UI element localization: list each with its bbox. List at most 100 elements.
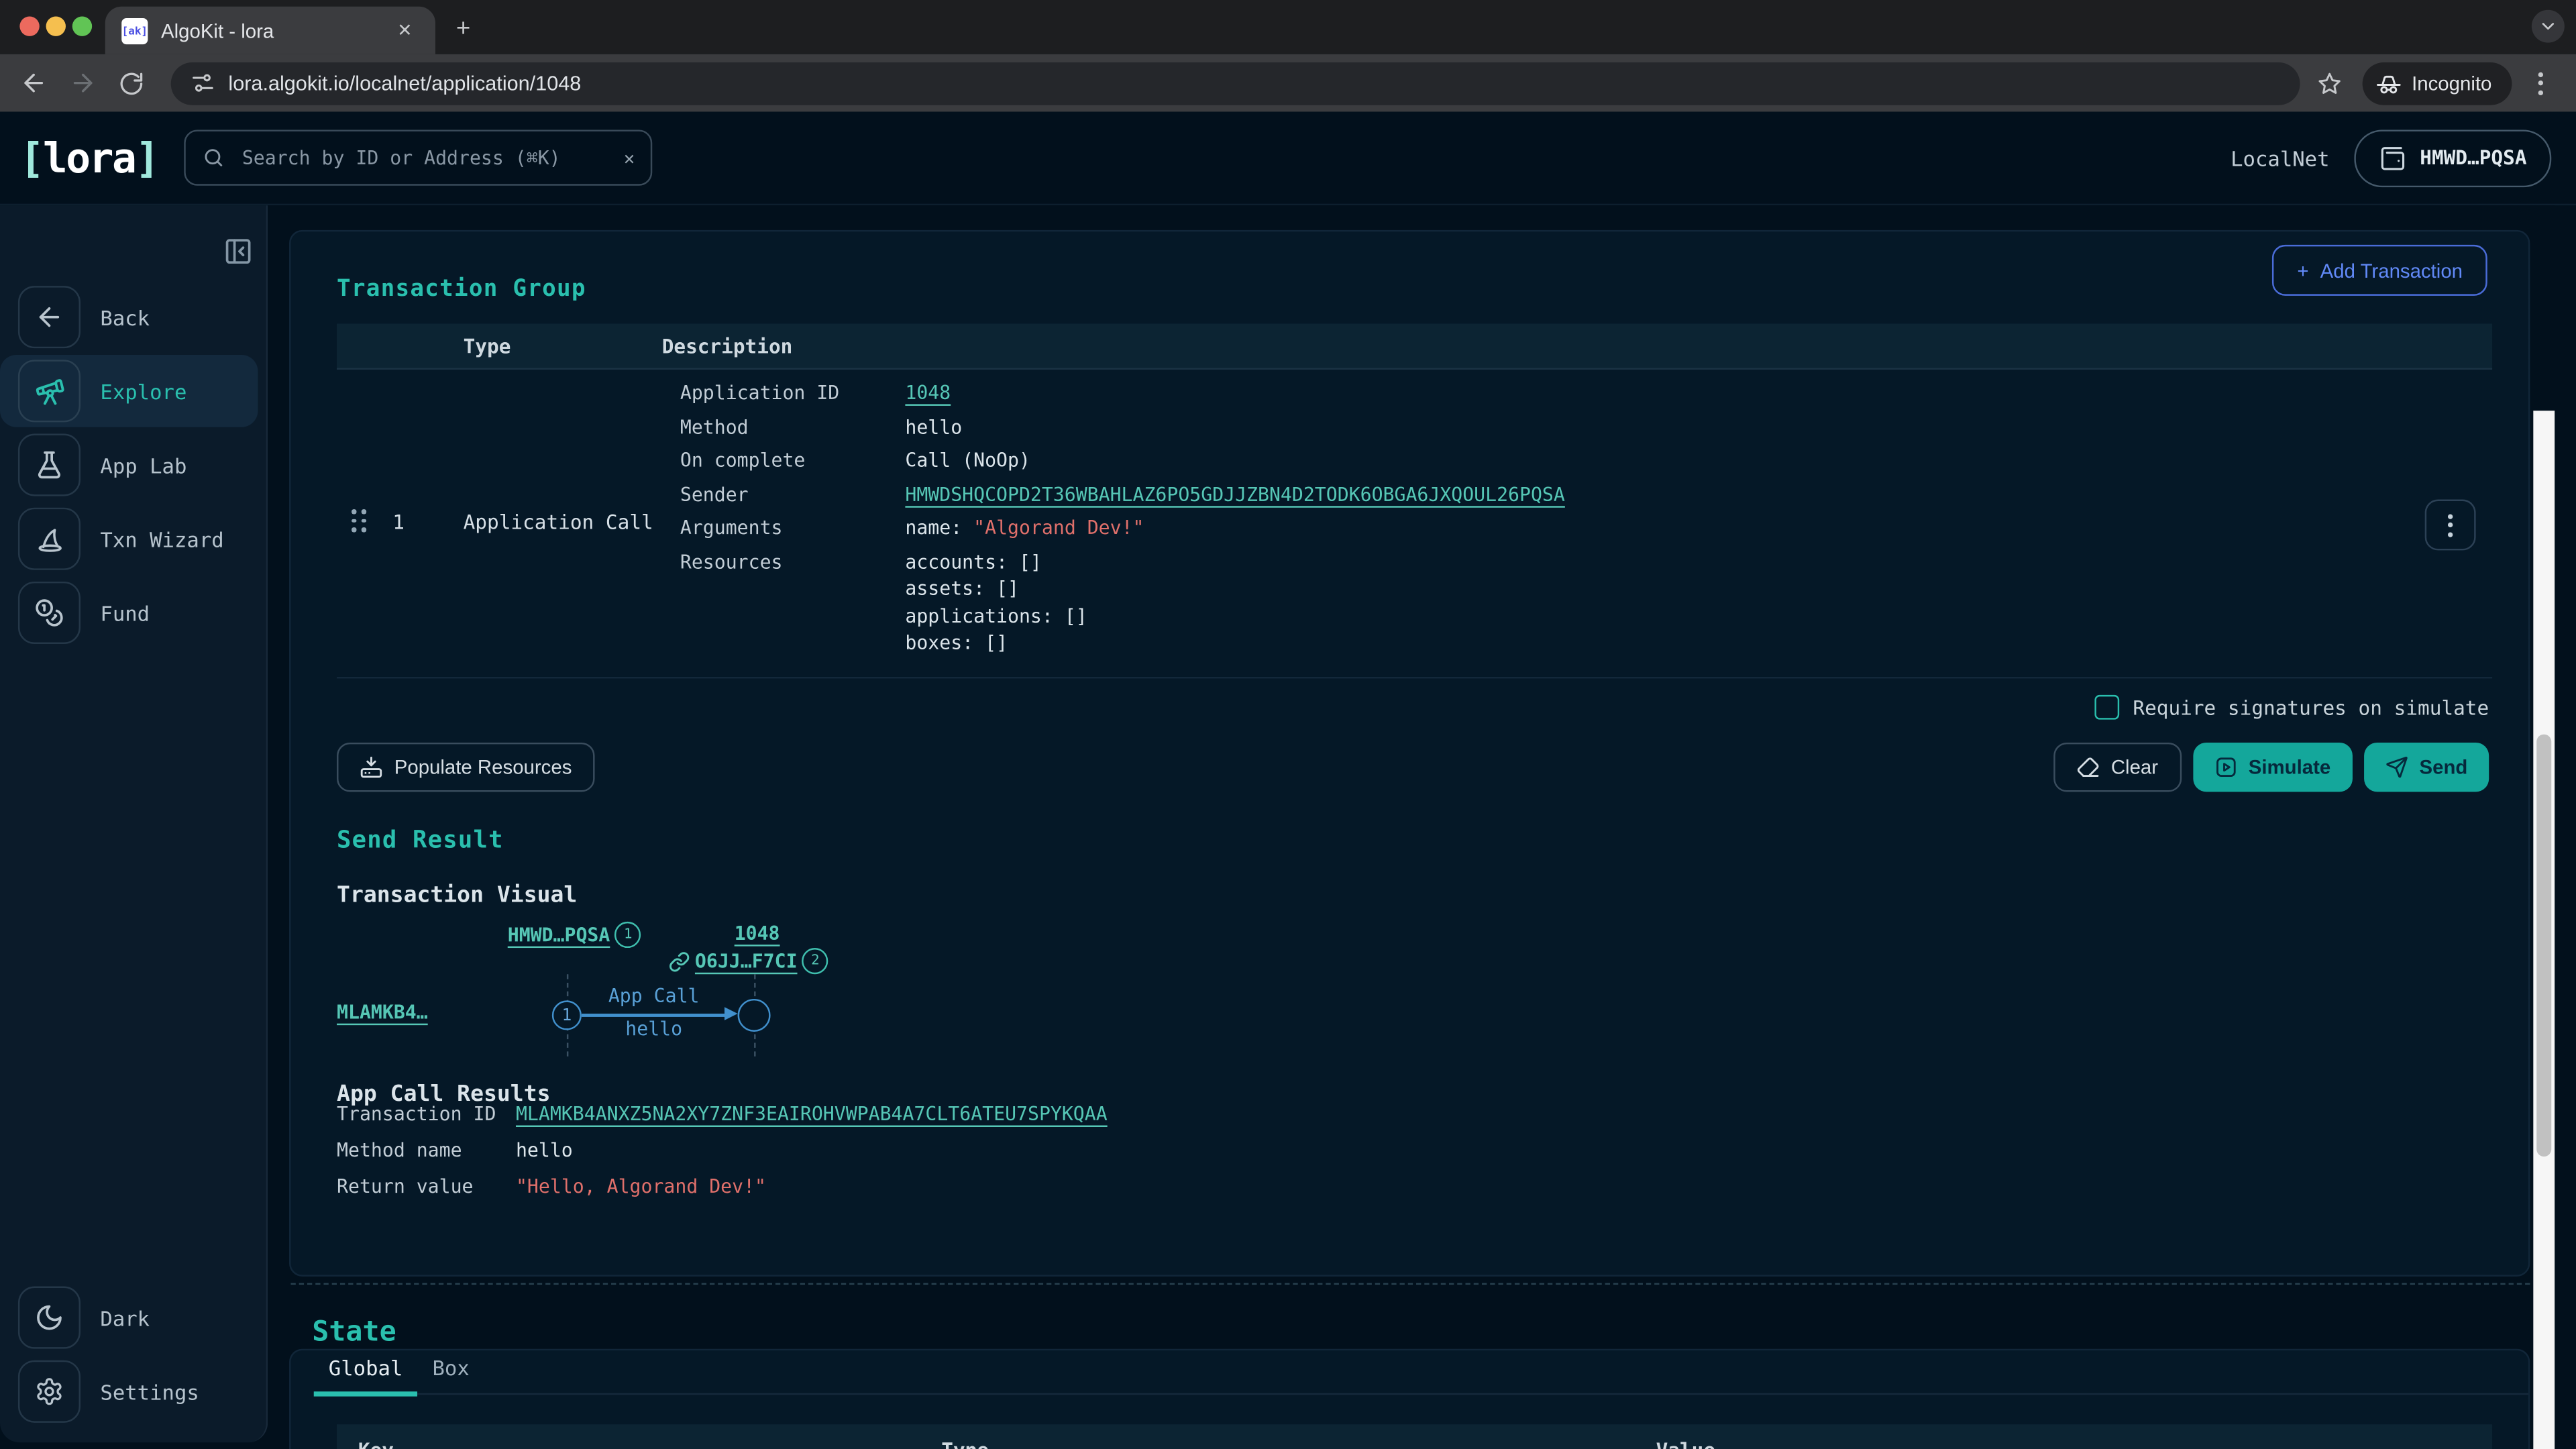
graph-edge-line xyxy=(582,1014,727,1016)
incognito-icon xyxy=(2375,70,2402,96)
forward-icon[interactable] xyxy=(62,63,102,103)
account-badge: 1 xyxy=(615,922,641,948)
transaction-index: 1 xyxy=(392,511,405,534)
kebab-icon xyxy=(2448,513,2453,536)
column-key: Key xyxy=(358,1439,941,1449)
application-id-link[interactable]: 1048 xyxy=(905,381,951,404)
back-icon[interactable] xyxy=(13,63,53,103)
tab-title: AlgoKit - lora xyxy=(161,19,390,42)
search-box[interactable]: ✕ xyxy=(184,129,653,185)
graph-edge-subtitle: hello xyxy=(583,1017,724,1040)
column-description: Description xyxy=(662,334,793,357)
tab-global[interactable]: Global xyxy=(314,1355,418,1393)
graph-arrow-icon xyxy=(724,1007,738,1020)
result-return-value: Return value "Hello, Algorand Dev!" xyxy=(337,1175,1108,1199)
send-icon xyxy=(2385,756,2408,779)
sidebar-item-theme-dark[interactable]: Dark xyxy=(0,1281,266,1354)
sidebar-collapse-button[interactable] xyxy=(223,237,253,266)
state-card: Global Box Key Type Value xyxy=(289,1349,2530,1449)
play-square-icon xyxy=(2214,756,2237,779)
link-chain-icon xyxy=(669,951,690,972)
graph-account-link[interactable]: HMWD…PQSA xyxy=(508,923,610,946)
wallet-button[interactable]: HMWD…PQSA xyxy=(2354,129,2551,186)
panel-collapse-icon xyxy=(223,237,253,266)
graph-group-link[interactable]: O6JJ…F7CI xyxy=(695,950,798,973)
eraser-icon xyxy=(2076,756,2099,779)
send-button[interactable]: Send xyxy=(2363,743,2489,792)
graph-transaction-link[interactable]: MLAMKB4… xyxy=(337,1000,428,1023)
browser-menu-icon[interactable] xyxy=(2521,63,2561,103)
app-call-results: Transaction ID MLAMKB4ANXZ5NA2XY7ZNF3EAI… xyxy=(337,1102,1108,1211)
state-table-header: Key Type Value xyxy=(337,1424,2492,1449)
browser-toolbar: lora.algokit.io/localnet/application/104… xyxy=(0,54,2576,112)
scrollbar-thumb[interactable] xyxy=(2536,735,2551,1157)
tab-close-icon[interactable]: ✕ xyxy=(390,16,419,44)
transaction-group-card: Transaction Group + Add Transaction Type… xyxy=(289,230,2530,1277)
incognito-label: Incognito xyxy=(2412,72,2491,95)
window-close-button[interactable] xyxy=(19,16,39,36)
result-transaction-id: Transaction ID MLAMKB4ANXZ5NA2XY7ZNF3EAI… xyxy=(337,1102,1108,1127)
graph-from-node: 1 xyxy=(552,1000,582,1030)
add-transaction-button[interactable]: + Add Transaction xyxy=(2273,245,2487,296)
search-clear-icon[interactable]: ✕ xyxy=(624,147,635,168)
tab-search-button[interactable] xyxy=(2532,10,2565,43)
field-on-complete: On complete Call (NoOp) xyxy=(680,447,2257,475)
sidebar-item-app-lab[interactable]: App Lab xyxy=(0,429,266,501)
sidebar-item-settings[interactable]: Settings xyxy=(0,1355,266,1428)
graph-to-node xyxy=(738,999,771,1032)
window-zoom-button[interactable] xyxy=(72,16,92,36)
field-arguments: Arguments name: "Algorand Dev!" xyxy=(680,515,2257,543)
sidebar-footer: Dark Settings xyxy=(0,1281,266,1429)
sidebar-item-explore[interactable]: Explore xyxy=(0,355,258,427)
window-minimize-button[interactable] xyxy=(46,16,66,36)
transaction-row: 1 Application Call Application ID 1048 M… xyxy=(337,368,2492,679)
graph-edge-title: App Call xyxy=(583,984,724,1007)
argument-string-value: "Algorand Dev!" xyxy=(973,516,1144,539)
transaction-details: Application ID 1048 Method hello On comp… xyxy=(680,380,2257,662)
search-input[interactable] xyxy=(239,145,610,171)
graph-application-link[interactable]: 1048 xyxy=(735,922,780,945)
clear-button[interactable]: Clear xyxy=(2053,743,2181,792)
address-bar[interactable]: lora.algokit.io/localnet/application/104… xyxy=(171,62,2300,105)
network-label[interactable]: LocalNet xyxy=(2231,146,2329,170)
field-application-id: Application ID 1048 xyxy=(680,380,2257,408)
sender-address-link[interactable]: HMWDSHQCOPD2T36WBAHLAZ6PO5GDJJZBN4D2TODK… xyxy=(905,482,1564,505)
sidebar-item-label: Settings xyxy=(100,1379,199,1404)
page-scrollbar[interactable] xyxy=(2533,411,2555,1449)
card-bottom-dashed-divider xyxy=(290,1283,2530,1285)
resource-accounts: accounts: [] xyxy=(905,548,1087,575)
reload-icon[interactable] xyxy=(112,63,152,103)
group-badge: 2 xyxy=(802,948,828,974)
sidebar-item-back[interactable]: Back xyxy=(0,281,266,354)
transaction-id-link[interactable]: MLAMKB4ANXZ5NA2XY7ZNF3EAIROHVWPAB4A7CLT6… xyxy=(516,1102,1108,1127)
search-icon xyxy=(203,146,225,169)
sidebar-item-txn-wizard[interactable]: Txn Wizard xyxy=(0,502,266,575)
arrow-left-icon xyxy=(34,303,64,332)
populate-resources-button[interactable]: Populate Resources xyxy=(337,743,595,792)
chevron-down-icon xyxy=(2538,16,2558,36)
url-text: lora.algokit.io/localnet/application/104… xyxy=(228,72,581,95)
sidebar-item-label: App Lab xyxy=(100,453,186,478)
bookmark-star-icon[interactable] xyxy=(2310,63,2349,103)
coins-icon xyxy=(34,598,64,627)
field-method: Method hello xyxy=(680,413,2257,441)
tab-box[interactable]: Box xyxy=(417,1355,484,1393)
favicon: [ak] xyxy=(121,17,148,44)
actions-row: Populate Resources Clear Simulate Send xyxy=(337,743,2489,792)
browser-tab[interactable]: [ak] AlgoKit - lora ✕ xyxy=(105,7,435,54)
column-type: Type xyxy=(941,1439,1656,1449)
moon-icon xyxy=(34,1303,64,1332)
new-tab-button[interactable]: + xyxy=(447,11,480,44)
transaction-group-title: Transaction Group xyxy=(337,275,586,301)
site-settings-icon[interactable] xyxy=(191,70,215,95)
telescope-icon xyxy=(34,376,65,407)
return-value-string: "Hello, Algorand Dev!" xyxy=(516,1175,766,1199)
wallet-icon xyxy=(2379,144,2407,172)
lora-logo[interactable]: [lora] xyxy=(19,134,158,182)
transaction-menu-button[interactable] xyxy=(2425,499,2476,550)
simulate-button[interactable]: Simulate xyxy=(2193,743,2353,792)
require-signatures-row: Require signatures on simulate xyxy=(2095,695,2489,720)
sidebar-item-fund[interactable]: Fund xyxy=(0,577,266,649)
drag-handle-icon[interactable] xyxy=(352,509,366,531)
require-signatures-checkbox[interactable] xyxy=(2095,695,2120,720)
